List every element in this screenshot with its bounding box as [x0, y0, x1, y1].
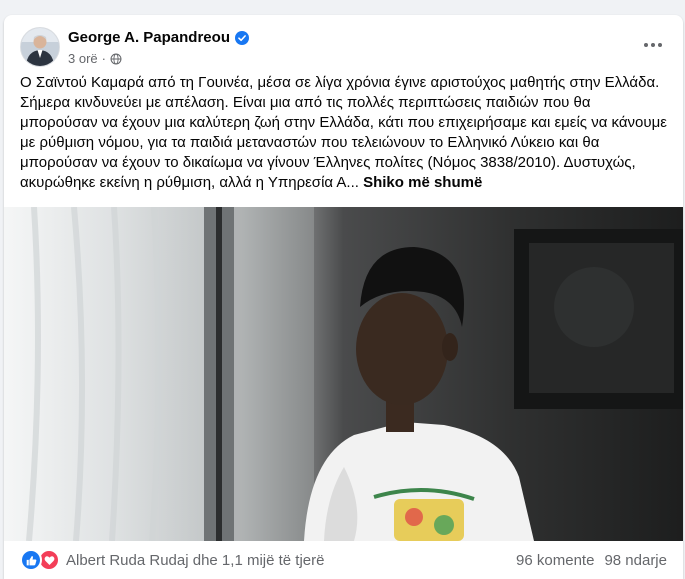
reaction-summary[interactable]: Albert Ruda Rudaj dhe 1,1 mijë të tjerë	[20, 549, 324, 571]
author-row: George A. Papandreou	[68, 29, 249, 46]
comments-count[interactable]: 96 komente	[516, 552, 594, 569]
post-body: Ο Σαϊντού Καμαρά από τη Γουινέα, μέσα σε…	[20, 74, 667, 191]
post-header: George A. Papandreou 3 orë ·	[20, 27, 667, 67]
post-photo[interactable]	[4, 207, 683, 541]
globe-icon[interactable]	[110, 53, 122, 65]
see-more-link[interactable]: Shiko më shumë	[363, 174, 482, 191]
more-options-icon[interactable]	[639, 31, 667, 59]
author-avatar[interactable]	[20, 27, 60, 67]
post-card: George A. Papandreou 3 orë · Ο Σαϊντού Κ…	[4, 15, 683, 579]
post-meta: 3 orë ·	[68, 51, 122, 66]
post-text: Ο Σαϊντού Καμαρά από τη Γουινέα, μέσα σε…	[20, 73, 668, 193]
reactors-text[interactable]: Albert Ruda Rudaj dhe 1,1 mijë të tjerë	[66, 552, 324, 569]
shares-count[interactable]: 98 ndarje	[604, 552, 667, 569]
author-name[interactable]: George A. Papandreou	[68, 29, 230, 46]
separator-dot: ·	[101, 51, 106, 66]
post-footer: Albert Ruda Rudaj dhe 1,1 mijë të tjerë …	[20, 541, 667, 579]
post-time[interactable]: 3 orë	[68, 51, 98, 66]
verified-badge-icon	[234, 30, 249, 45]
like-reaction-icon	[20, 549, 42, 571]
